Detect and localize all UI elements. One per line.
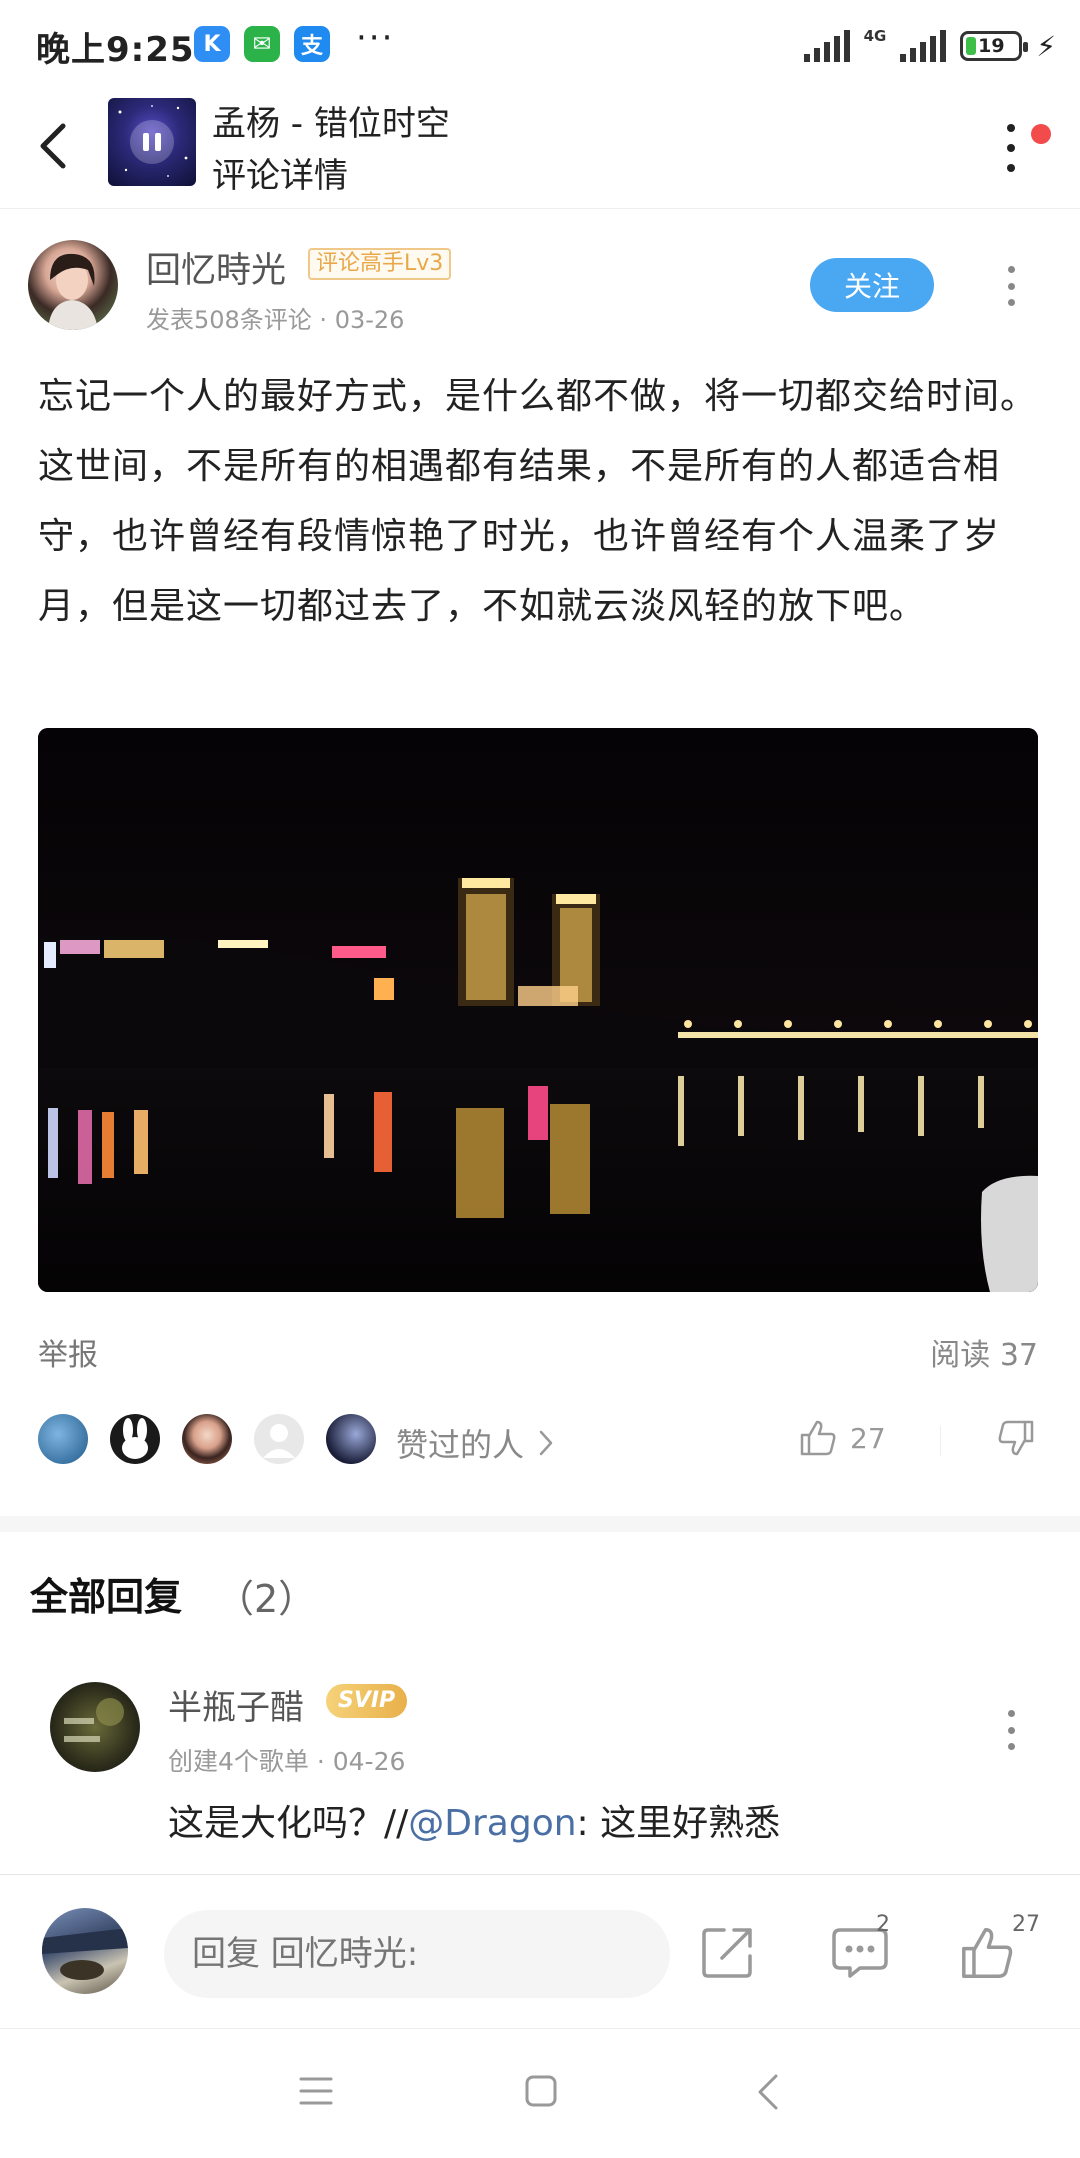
divider (0, 2028, 1080, 2029)
liker-avatar[interactable] (254, 1414, 304, 1464)
default-user-icon (263, 1424, 295, 1458)
liker-avatar[interactable] (110, 1414, 160, 1464)
chevron-right-icon (539, 1430, 553, 1456)
back-triangle-icon (758, 2074, 778, 2110)
reply-author-name[interactable]: 半瓶子醋 (168, 1680, 304, 1729)
like-count: 27 (850, 1421, 886, 1455)
avatar-portrait (48, 253, 98, 330)
battery-icon: 19 (960, 31, 1029, 61)
replies-title: 全部回复 (30, 1575, 183, 1619)
home-nav-button[interactable] (524, 2074, 558, 2112)
liker-avatar[interactable] (38, 1414, 88, 1464)
status-time: 晚上9:25 (36, 30, 195, 70)
post-photo[interactable] (38, 728, 1038, 1292)
reply-avatar[interactable] (50, 1682, 140, 1772)
back-arrow-icon (40, 123, 66, 169)
night-river-photo (38, 728, 1038, 1292)
status-bar: 晚上9:25 K ✉ 支 ··· 4G 19 ⚡ (0, 0, 1080, 88)
thumbs-up-icon (800, 1420, 836, 1456)
back-nav-button[interactable] (756, 2072, 780, 2116)
like-bottom-button[interactable] (958, 1924, 1016, 1986)
header: 孟杨 - 错位时空 评论详情 (0, 88, 1080, 208)
charging-icon: ⚡ (1036, 29, 1056, 63)
more-notifications-icon: ··· (356, 18, 395, 58)
thumbs-up-icon (962, 1928, 1013, 1978)
share-icon (702, 1928, 752, 1978)
signal-icon-2 (900, 30, 947, 62)
divider (0, 1874, 1080, 1875)
section-separator (0, 1516, 1080, 1532)
post-more-button[interactable] (996, 264, 1026, 308)
liker-avatar[interactable] (182, 1414, 232, 1464)
follow-button[interactable]: 关注 (810, 258, 934, 312)
report-link[interactable]: 举报 (38, 1330, 98, 1374)
svip-badge: SVIP (326, 1684, 408, 1718)
alipay-icon: 支 (294, 26, 330, 62)
like-button[interactable]: 27 (798, 1418, 886, 1458)
reply-input[interactable] (164, 1910, 670, 1998)
pause-icon[interactable] (130, 120, 174, 164)
my-avatar[interactable] (42, 1908, 128, 1994)
album-art[interactable] (108, 98, 196, 186)
reply-avatar-image (64, 1698, 124, 1742)
kugou-icon: K (194, 26, 230, 62)
level-badge: 评论高手Lv3 (308, 248, 452, 280)
battery-level: 19 (978, 35, 1005, 57)
status-indicators: 4G 19 ⚡ (803, 26, 1056, 66)
divider (0, 208, 1080, 209)
back-button[interactable] (24, 116, 80, 176)
menu-icon (299, 2077, 333, 2105)
home-square-icon (525, 2075, 557, 2107)
read-count: 阅读 37 (930, 1338, 1038, 1373)
rabbit-avatar (122, 1418, 148, 1459)
menu-nav-button[interactable] (298, 2074, 334, 2112)
system-nav-bar (0, 2030, 1080, 2158)
divider (940, 1426, 941, 1456)
replies-count: （2） (216, 1577, 317, 1621)
page-title: 评论详情 (212, 156, 348, 196)
thumbs-down-icon (998, 1420, 1034, 1456)
signal-icon (803, 30, 850, 62)
reply-more-button[interactable] (996, 1708, 1026, 1752)
share-button[interactable] (700, 1924, 756, 1984)
author-avatar[interactable] (28, 240, 118, 330)
notification-dot (1031, 124, 1051, 144)
reply-text-prefix: 这是大化吗？// (168, 1803, 409, 1844)
mention-link[interactable]: @Dragon (408, 1803, 576, 1844)
network-type: 4G (863, 27, 887, 45)
reply-text: 这是大化吗？//@Dragon: 这里好熟悉 (168, 1794, 780, 1846)
wechat-icon: ✉ (244, 26, 280, 62)
comment-count: 2 (876, 1912, 890, 1937)
reply-text-suffix: : 这里好熟悉 (576, 1803, 781, 1844)
likers-label: 赞过的人 (396, 1426, 525, 1464)
more-options-button[interactable] (996, 118, 1026, 178)
author-name[interactable]: 回忆時光 (146, 242, 286, 293)
post-text: 忘记一个人的最好方式，是什么都不做，将一切都交给时间。这世间，不是所有的相遇都有… (38, 376, 1038, 627)
song-title[interactable]: 孟杨 - 错位时空 (212, 96, 450, 145)
reply-meta: 创建4个歌单 · 04-26 (168, 1747, 406, 1776)
dislike-button[interactable] (996, 1418, 1036, 1462)
my-avatar-image (42, 1928, 128, 1980)
liker-avatar[interactable] (326, 1414, 376, 1464)
likers-link[interactable]: 赞过的人 (396, 1420, 554, 1466)
author-meta: 发表508条评论 · 03-26 (146, 306, 405, 334)
like-count-bottom: 27 (1012, 1912, 1040, 1937)
